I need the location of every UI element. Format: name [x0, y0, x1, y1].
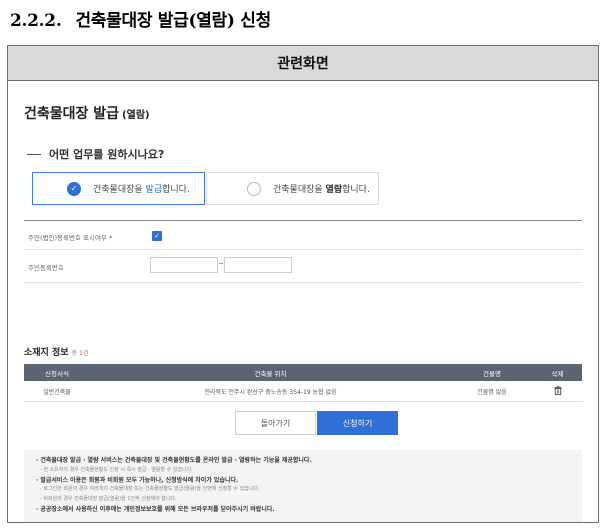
question-dash — [27, 153, 41, 155]
question-text: 어떤 업무를 원하시나요? — [49, 148, 165, 161]
check-circle-icon: ✓ — [67, 181, 81, 196]
location-count: 총 1건 — [71, 350, 89, 357]
form-divider-middle — [24, 249, 582, 250]
rrn-back-input[interactable] — [224, 257, 292, 273]
cell-address: 전라북도 전주시 완산구 중노송동 354-19 농협 없음 — [204, 388, 337, 396]
rrn-front-input[interactable] — [150, 257, 218, 273]
screen-content: 건축물대장 발급 (열람) 어떤 업무를 원하시나요? ✓ 건축물대장을 발급합니… — [8, 82, 598, 522]
document-heading: 2.2.2. 건축물대장 발급(열람) 신청 — [10, 6, 271, 31]
form-divider-top — [24, 220, 582, 221]
trash-icon[interactable] — [554, 385, 562, 395]
location-section-title: 소재지 정보 총 1건 — [24, 348, 89, 358]
notice-line: · 건축물대장 발급 · 열람 서비스는 건축물대장 및 건축물현황도를 온라인… — [36, 457, 312, 464]
cell-delete — [533, 385, 582, 397]
notice-line: · 발급서비스 이용은 회원과 비회원 모두 가능하나, 신청방식에 차이가 있… — [36, 476, 239, 484]
screen-frame: 관련화면 건축물대장 발급 (열람) 어떤 업무를 원하시나요? ✓ 건축물대장을… — [7, 45, 599, 523]
notice-line: - 비회원의 경우 건축물대장 발급(열람)을 1건씩 신청해야 합니다. — [40, 496, 177, 503]
notice-line: - 현 소유자의 경우 건축물현황도 신청 시 즉시 발급 · 열람할 수 있습… — [40, 466, 193, 473]
table-row: 일반건축물 전라북도 전주시 완산구 중노송동 354-19 농협 없음 건물명… — [24, 381, 582, 402]
section-number: 2.2.2. — [10, 11, 62, 31]
column-header-delete: 삭제 — [551, 369, 564, 378]
page-title-sub: (열람) — [122, 110, 150, 121]
cell-building: 건물명 없음 — [477, 388, 507, 396]
notice-line: - 로그인한 회원의 경우 여러개의 건축물대장 또는 건축물현황도 발급(열람… — [40, 486, 260, 493]
page-title: 건축물대장 발급 (열람) — [24, 103, 150, 123]
form-divider-bottom — [24, 282, 582, 283]
choice-view[interactable]: 건축물대장을 열람합니다. — [206, 172, 379, 205]
rrn-display-checkbox[interactable]: ✓ — [152, 231, 162, 241]
radio-empty-icon — [247, 181, 261, 196]
notice-box: · 건축물대장 발급 · 열람 서비스는 건축물대장 및 건축물현황도를 온라인… — [24, 450, 582, 522]
section-title: 건축물대장 발급(열람) 신청 — [75, 11, 271, 31]
frame-header: 관련화면 — [8, 46, 598, 81]
back-button[interactable]: 돌아가기 — [235, 411, 316, 435]
location-table-header: 신청서식 건축물 위치 건물명 삭제 — [24, 364, 582, 381]
column-header-address: 건축물 위치 — [254, 369, 287, 378]
rrn-display-label: 주민(법인)등록번호 표시여부 * — [28, 234, 113, 242]
choice-issue-label: 건축물대장을 발급합니다. — [93, 185, 190, 195]
cell-form: 일반건축물 — [43, 388, 71, 396]
rrn-separator — [219, 263, 223, 264]
choice-view-label: 건축물대장을 열람합니다. — [273, 185, 370, 195]
column-header-form: 신청서식 — [45, 369, 69, 378]
apply-button[interactable]: 신청하기 — [317, 411, 398, 435]
page-title-main: 건축물대장 발급 — [24, 106, 120, 122]
column-header-building: 건물명 — [483, 369, 501, 378]
rrn-label: 주민등록번호 — [28, 264, 64, 272]
notice-line: · 공공장소에서 사용하신 이후에는 개인정보보호를 위해 모든 브라우저를 닫… — [36, 505, 275, 513]
choice-issue[interactable]: ✓ 건축물대장을 발급합니다. — [32, 172, 205, 205]
task-question: 어떤 업무를 원하시나요? — [27, 146, 164, 162]
